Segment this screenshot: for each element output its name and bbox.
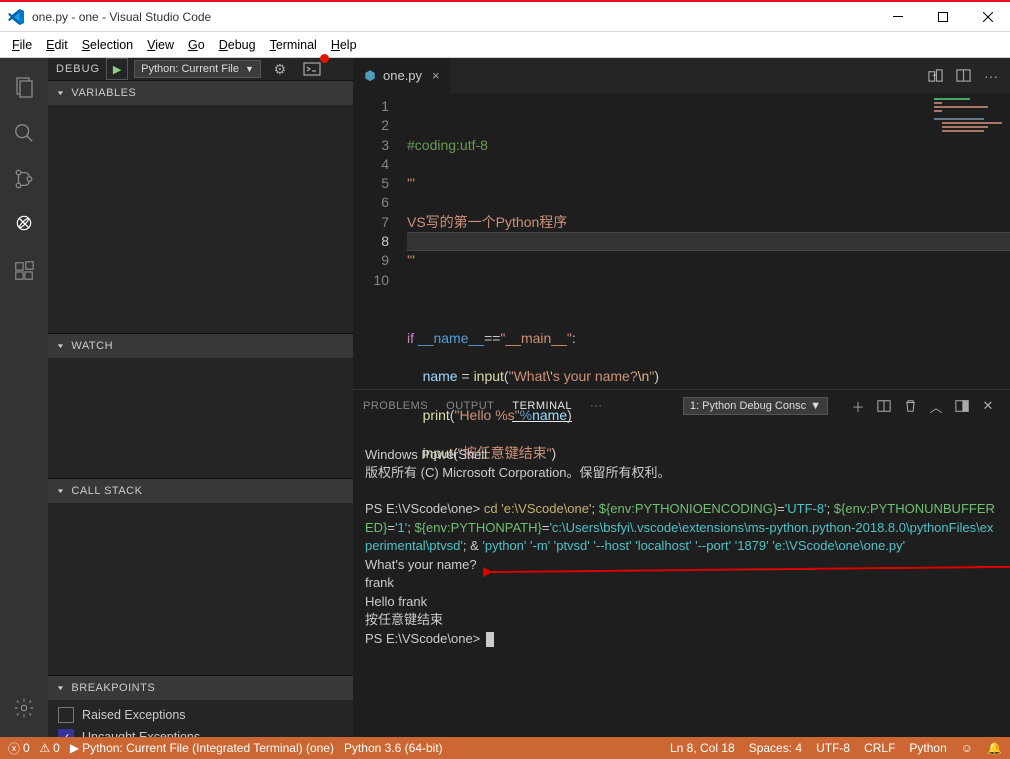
- menu-go[interactable]: Go: [182, 36, 211, 54]
- menu-bar: File Edit Selection View Go Debug Termin…: [0, 32, 1010, 58]
- vscode-logo-icon: [7, 8, 25, 26]
- debug-settings-gear-icon[interactable]: ⚙: [267, 58, 293, 80]
- extensions-icon[interactable]: [0, 250, 48, 292]
- debug-label: DEBUG: [56, 63, 100, 75]
- debug-config-select[interactable]: Python: Current File▼: [134, 60, 261, 78]
- debug-console-icon[interactable]: [299, 58, 325, 80]
- status-encoding[interactable]: UTF-8: [816, 741, 850, 755]
- editor-area: ⬢ one.py × ··· 12345678910 #coding:utf-8…: [353, 58, 1010, 737]
- status-indentation[interactable]: Spaces: 4: [749, 741, 802, 755]
- editor-tab-onepy[interactable]: ⬢ one.py ×: [353, 58, 451, 93]
- callstack-section-header[interactable]: ▼CALL STACK: [48, 479, 353, 503]
- breakpoint-raised-exceptions[interactable]: Raised Exceptions: [58, 704, 343, 726]
- menu-help[interactable]: Help: [325, 36, 363, 54]
- terminal-output[interactable]: Windows PowerShell 版权所有 (C) Microsoft Co…: [353, 422, 1010, 737]
- explorer-icon[interactable]: [0, 66, 48, 108]
- menu-selection[interactable]: Selection: [76, 36, 139, 54]
- menu-debug[interactable]: Debug: [213, 36, 262, 54]
- python-file-icon: ⬢: [363, 69, 377, 83]
- tab-label: one.py: [383, 68, 422, 83]
- close-tab-icon[interactable]: ×: [432, 68, 440, 83]
- window-close-button[interactable]: [965, 2, 1010, 31]
- window-minimize-button[interactable]: [875, 2, 920, 31]
- status-errors[interactable]: ⓧ 0 ⚠ 0: [8, 740, 60, 757]
- status-language[interactable]: Python: [909, 741, 946, 755]
- debug-toolbar: DEBUG ▶ Python: Current File▼ ⚙: [48, 58, 353, 80]
- window-title: one.py - one - Visual Studio Code: [32, 10, 211, 24]
- status-cursor-position[interactable]: Ln 8, Col 18: [670, 741, 735, 755]
- activity-bar: [0, 58, 48, 737]
- debug-side-panel: DEBUG ▶ Python: Current File▼ ⚙ ▼VARIABL…: [48, 58, 353, 737]
- breakpoints-section-header[interactable]: ▼BREAKPOINTS: [48, 676, 353, 700]
- more-actions-icon[interactable]: ···: [978, 62, 1004, 90]
- debug-icon[interactable]: [0, 204, 48, 246]
- status-feedback-icon[interactable]: ☺: [961, 741, 973, 755]
- status-python-version[interactable]: Python 3.6 (64-bit): [344, 741, 443, 755]
- window-maximize-button[interactable]: [920, 2, 965, 31]
- watch-section-header[interactable]: ▼WATCH: [48, 334, 353, 358]
- minimap[interactable]: [934, 96, 1008, 186]
- menu-terminal[interactable]: Terminal: [264, 36, 323, 54]
- compare-changes-icon[interactable]: [922, 62, 948, 90]
- settings-gear-icon[interactable]: [0, 687, 48, 729]
- annotation-arrow-icon: [483, 562, 1010, 582]
- terminal-panel: PROBLEMS OUTPUT TERMINAL ··· 1: Python D…: [353, 389, 1010, 737]
- status-notifications-icon[interactable]: 🔔: [987, 741, 1002, 755]
- split-editor-icon[interactable]: [950, 62, 976, 90]
- code-editor[interactable]: 12345678910 #coding:utf-8 ''' VS写的第一个Pyt…: [353, 93, 1010, 389]
- status-bar: ⓧ 0 ⚠ 0 ▶ Python: Current File (Integrat…: [0, 737, 1010, 759]
- source-control-icon[interactable]: [0, 158, 48, 200]
- menu-view[interactable]: View: [141, 36, 180, 54]
- search-icon[interactable]: [0, 112, 48, 154]
- menu-edit[interactable]: Edit: [40, 36, 74, 54]
- editor-tab-bar: ⬢ one.py × ···: [353, 58, 1010, 93]
- status-run-config[interactable]: ▶ Python: Current File (Integrated Termi…: [70, 741, 334, 755]
- status-eol[interactable]: CRLF: [864, 741, 895, 755]
- window-title-bar: one.py - one - Visual Studio Code: [0, 0, 1010, 32]
- menu-file[interactable]: File: [6, 36, 38, 54]
- variables-section-header[interactable]: ▼VARIABLES: [48, 81, 353, 105]
- run-button[interactable]: ▶: [106, 58, 128, 80]
- line-number-gutter: 12345678910: [353, 93, 407, 389]
